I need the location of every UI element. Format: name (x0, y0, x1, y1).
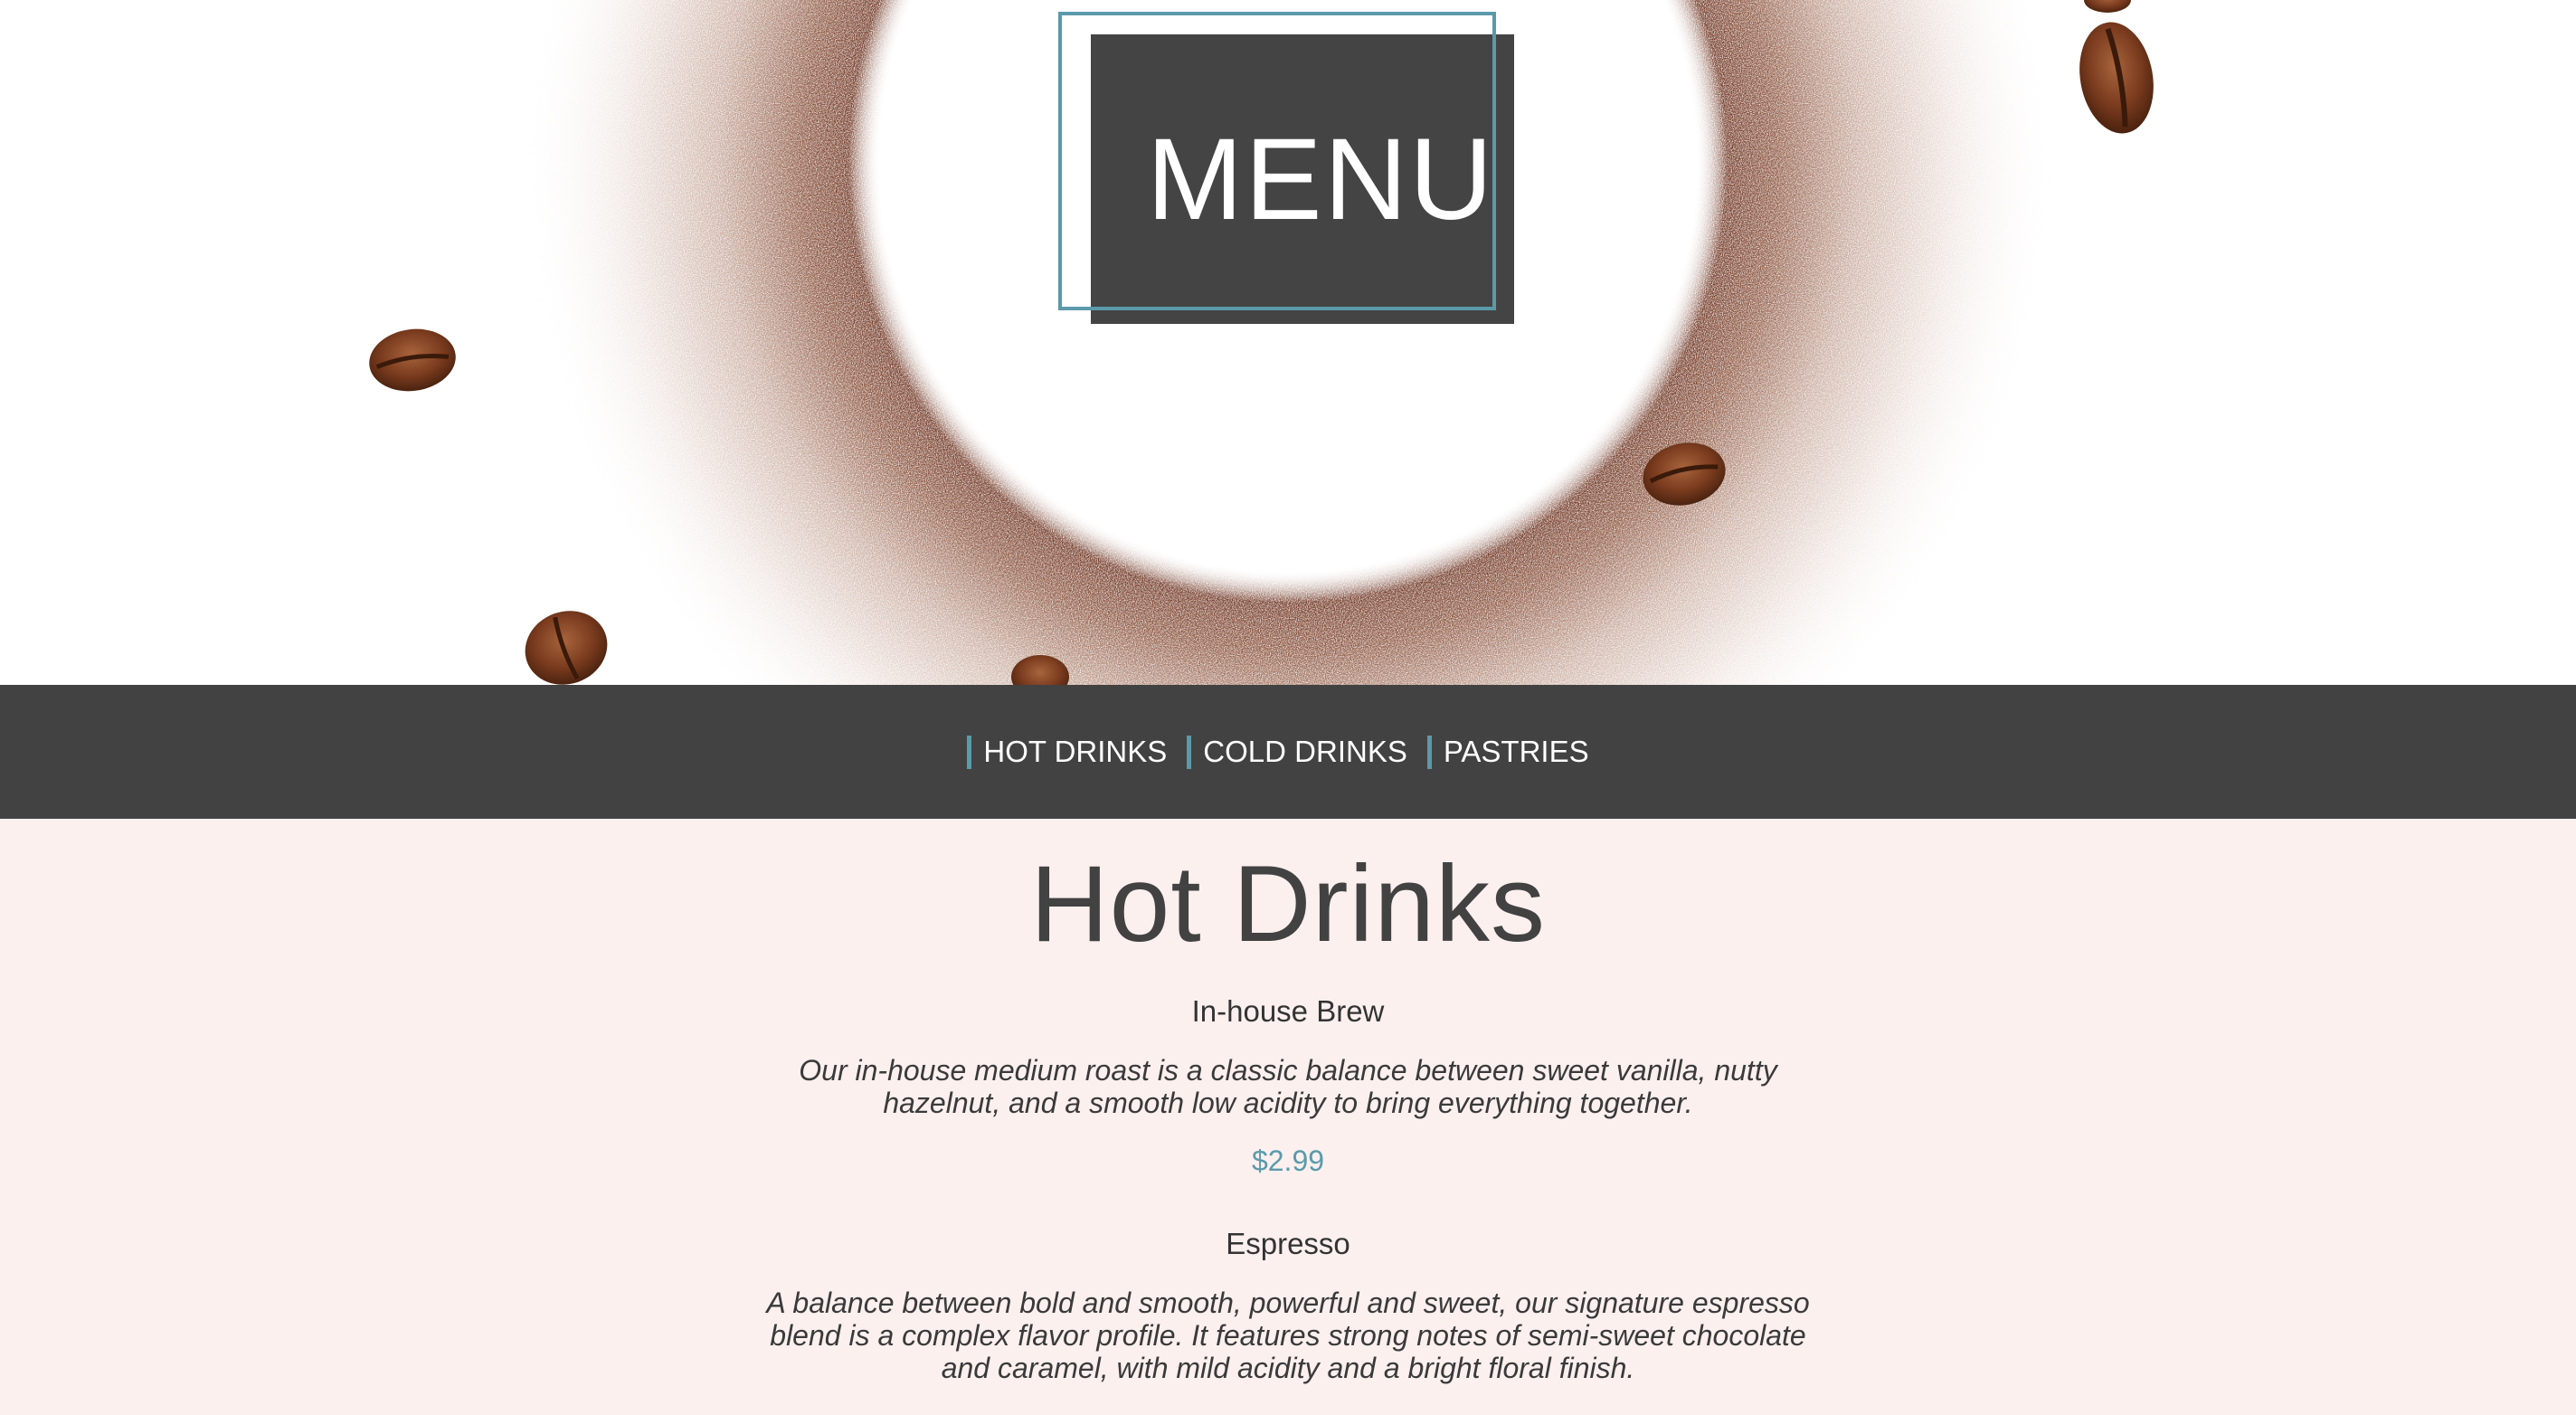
nav-separator (967, 735, 972, 769)
section-title: Hot Drinks (1029, 843, 1547, 964)
item-name: In-house Brew (1191, 994, 1385, 1028)
nav-item-cold-drinks[interactable]: COLD DRINKS (1187, 735, 1407, 769)
category-nav-list: HOT DRINKS COLD DRINKS PASTRIES (967, 735, 1608, 769)
category-nav: HOT DRINKS COLD DRINKS PASTRIES (0, 685, 2576, 819)
nav-item-label: PASTRIES (1443, 735, 1589, 768)
menu-item: Espresso A balance between bold and smoo… (0, 1227, 2576, 1384)
nav-item-pastries[interactable]: PASTRIES (1426, 735, 1589, 769)
item-description: Our in-house medium roast is a classic b… (799, 1054, 1777, 1119)
hero-banner: MENU (0, 0, 2576, 685)
menu-item: In-house Brew Our in-house medium roast … (0, 994, 2576, 1178)
nav-separator (1187, 735, 1192, 769)
item-price: $2.99 (1251, 1144, 1325, 1177)
menu-section: Hot Drinks In-house Brew Our in-house me… (0, 819, 2576, 1384)
nav-item-label: COLD DRINKS (1203, 735, 1407, 768)
nav-separator (1426, 735, 1432, 769)
item-name: Espresso (1226, 1227, 1350, 1260)
page-title: MENU (1146, 114, 1495, 244)
nav-item-hot-drinks[interactable]: HOT DRINKS (967, 735, 1167, 769)
item-description: A balance between bold and smooth, power… (766, 1287, 1810, 1384)
nav-item-label: HOT DRINKS (983, 735, 1168, 768)
